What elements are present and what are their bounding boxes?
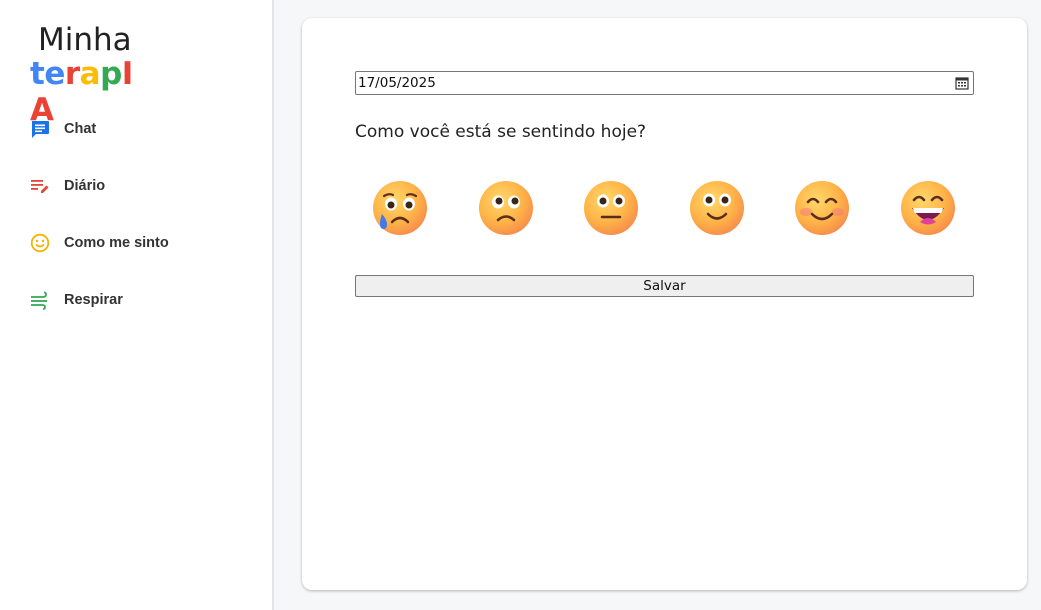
wind-icon xyxy=(30,290,50,310)
sidebar-item-label: Chat xyxy=(64,121,97,137)
date-field[interactable]: 17/05/2025 xyxy=(355,71,974,95)
sidebar-item-label: Respirar xyxy=(64,292,123,308)
sidebar-item-chat[interactable]: Chat xyxy=(30,117,260,141)
date-value: 17/05/2025 xyxy=(358,75,436,91)
logo-letter: r xyxy=(64,56,80,92)
logo-letter: t xyxy=(30,56,45,92)
mood-question: Como você está se sentindo hoje? xyxy=(355,122,647,142)
sidebar-item-label: Como me sinto xyxy=(64,235,169,251)
logo-letter: I xyxy=(121,56,134,92)
slight-smile-emoji-icon[interactable] xyxy=(689,180,745,236)
logo-letter: a xyxy=(79,56,101,92)
logo-letter: e xyxy=(44,56,65,92)
blush-smile-emoji-icon[interactable] xyxy=(794,180,850,236)
grin-emoji-icon[interactable] xyxy=(900,180,956,236)
sidebar-item-label: Diário xyxy=(64,178,106,194)
logo-letter: p xyxy=(100,56,122,92)
worried-emoji-icon[interactable] xyxy=(478,180,534,236)
mood-card: 17/05/2025 Como você está se sentindo ho… xyxy=(302,18,1027,590)
neutral-emoji-icon[interactable] xyxy=(583,180,639,236)
sidebar: Minha terapIA Chat Diário Como me sinto … xyxy=(0,0,274,610)
calendar-icon[interactable] xyxy=(955,76,969,90)
logo-line1: Minha xyxy=(38,22,132,58)
edit-notes-icon xyxy=(30,176,50,196)
sidebar-item-respirar[interactable]: Respirar xyxy=(30,288,260,312)
app-logo: Minha terapIA xyxy=(26,20,154,128)
sidebar-item-como-me-sinto[interactable]: Como me sinto xyxy=(30,231,260,255)
chat-bubble-icon xyxy=(30,119,50,139)
save-button[interactable]: Salvar xyxy=(355,275,974,297)
sad-tear-emoji-icon[interactable] xyxy=(372,180,428,236)
smiley-icon xyxy=(30,233,50,253)
sidebar-item-diario[interactable]: Diário xyxy=(30,174,260,198)
